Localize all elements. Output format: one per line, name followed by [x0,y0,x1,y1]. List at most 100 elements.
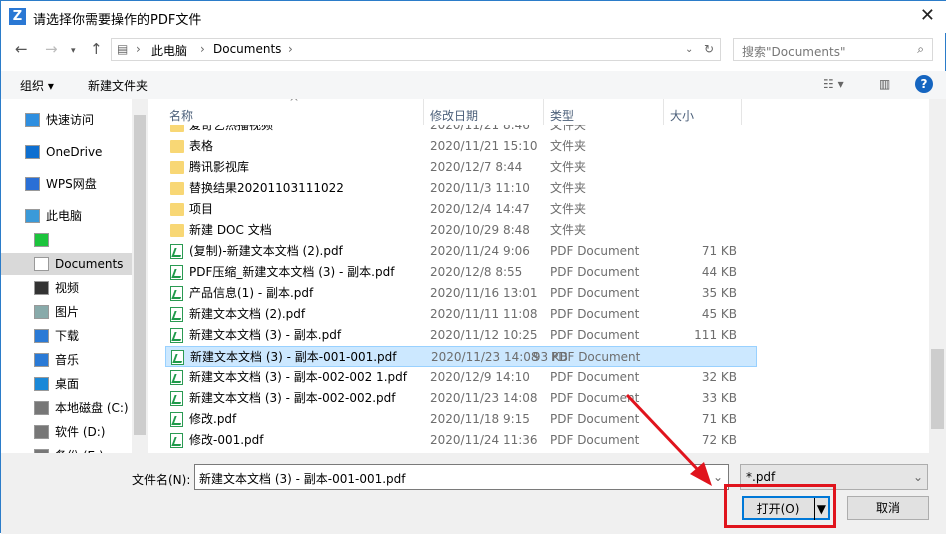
sidebar-item[interactable]: 快速访问 [1,109,132,131]
file-row[interactable]: 替换结果20201103111022 2020/11/3 11:10 文件夹 [149,178,929,199]
picture-icon [34,305,49,319]
sidebar-item[interactable]: 音乐 [1,349,132,371]
sidebar-item[interactable]: 桌面 [1,373,132,395]
file-row[interactable]: 新建文本文档 (2).pdf 2020/11/11 11:08 PDF Docume… [149,304,929,325]
file-type: 文件夹 [550,181,587,195]
filetype-select[interactable]: *.pdf ⌄ [740,464,928,490]
refresh-button[interactable]: ↻ [704,42,714,56]
sort-ascending-icon: ^ [289,99,300,109]
cancel-button[interactable]: 取消 [847,496,929,520]
file-row[interactable]: PDF压缩_新建文本文档 (3) - 副本.pdf 2020/12/8 8:55 P… [149,262,929,283]
search-input[interactable]: 搜索"Documents" ⌕ [733,38,933,61]
file-date: 2020/11/23 14:08 [431,350,539,364]
toolbar: 组织 ▾ 新建文件夹 ☷ ▾ ▥ ? [1,71,946,99]
folder-icon [170,224,184,237]
file-name: 新建 DOC 文档 [189,223,272,237]
file-row[interactable]: (复制)-新建文本文档 (2).pdf 2020/11/24 9:06 PDF Do… [149,241,929,262]
breadcrumb-documents[interactable]: Documents [213,42,281,56]
sidebar-item-label: OneDrive [46,145,103,159]
sidebar-item[interactable]: 图片 [1,301,132,323]
recent-dropdown-button[interactable]: ▾ [71,46,76,56]
new-folder-button[interactable]: 新建文件夹 [88,77,148,94]
filename-input[interactable]: 新建文本文档 (3) - 副本-001-001.pdf ⌄ [194,464,729,490]
forward-button[interactable]: → [45,40,58,58]
pdf-file-icon [170,265,183,280]
app-logo-icon: Z [9,8,26,25]
sidebar-item[interactable]: 此电脑 [1,205,132,227]
sidebar-scrollbar[interactable] [132,99,148,453]
file-list: 爱奇艺热播视频 2020/11/21 8:46 文件夹 表格 2020/11/21 15… [149,99,929,453]
sidebar-item[interactable] [1,229,132,251]
address-dropdown-icon[interactable]: ⌄ [685,44,693,55]
file-row[interactable]: 新建文本文档 (3) - 副本-001-001.pdf 2020/11/23 14… [165,346,757,367]
sidebar-item[interactable]: 备份 (E:) [1,445,132,453]
filename-value: 新建文本文档 (3) - 副本-001-001.pdf [199,472,406,486]
bottom-panel: 文件名(N): 新建文本文档 (3) - 副本-001-001.pdf ⌄ *.… [1,453,946,534]
file-name: 腾讯影视库 [189,160,250,174]
breadcrumb-separator: › [200,42,205,56]
column-type[interactable]: 类型 [550,107,574,124]
file-date: 2020/12/8 8:55 [430,265,523,279]
file-type: PDF Document [550,244,640,258]
open-button[interactable]: 打开(O) ▼ [742,496,830,520]
sidebar-item[interactable]: OneDrive [1,141,132,163]
preview-pane-button[interactable]: ▥ [879,77,890,91]
column-name[interactable]: 名称 [169,107,193,124]
folder-icon [170,203,184,216]
document-icon [34,257,49,271]
sidebar-scroll-thumb[interactable] [134,115,146,435]
chevron-down-icon: ⌄ [913,470,924,484]
file-type: 文件夹 [550,139,587,153]
file-list-scrollbar[interactable] [929,99,946,453]
file-row[interactable]: 新建文本文档 (3) - 副本-002-002 1.pdf 2020/12/9 1… [149,367,929,388]
sidebar-item[interactable]: Documents [1,253,132,275]
sidebar-item[interactable]: 本地磁盘 (C:) [1,397,132,419]
file-size: 111 KB [694,328,737,342]
file-type: PDF Document [550,307,640,321]
file-row[interactable]: 修改-001.pdf 2020/11/24 11:36 PDF Document 72… [149,430,929,451]
file-row[interactable]: 项目 2020/12/4 14:47 文件夹 [149,199,929,220]
sidebar-item[interactable]: WPS网盘 [1,173,132,195]
sidebar-item[interactable]: 下载 [1,325,132,347]
address-bar[interactable]: ▤ › 此电脑 › Documents › ⌄ ↻ [111,38,721,61]
open-button-label: 打开(O) [756,502,800,516]
navigation-pane: 快速访问 OneDrive WPS网盘此电脑 Documents 视频图片下载 音乐 桌面本… [1,99,132,453]
file-row[interactable]: 新建 DOC 文档 2020/10/29 8:48 文件夹 [149,220,929,241]
sidebar-item-label: Documents [55,257,124,271]
sidebar-item-label: 图片 [55,305,80,319]
organize-button[interactable]: 组织 ▾ [20,77,54,94]
file-name: 修改-001.pdf [189,433,264,447]
sidebar-item-label: 视频 [55,281,80,295]
pdf-file-icon [170,391,183,406]
view-options-button[interactable]: ☷ ▾ [823,77,844,91]
back-button[interactable]: ← [15,40,28,58]
file-name: 新建文本文档 (3) - 副本-002-002.pdf [189,391,396,405]
column-size[interactable]: 大小 [670,107,694,124]
help-button[interactable]: ? [915,75,933,93]
pdf-file-icon [170,244,183,259]
file-size: 71 KB [701,412,737,426]
pdf-file-icon [170,307,183,322]
sidebar-item[interactable]: 视频 [1,277,132,299]
file-type: PDF Document [550,328,640,342]
file-row[interactable]: 新建文本文档 (3) - 副本.pdf 2020/11/12 10:25 PDF D… [149,325,929,346]
filename-dropdown-icon[interactable]: ⌄ [713,470,723,484]
open-dropdown-icon[interactable]: ▼ [813,498,826,520]
file-row[interactable]: 腾讯影视库 2020/12/7 8:44 文件夹 [149,157,929,178]
breadcrumb-this-pc[interactable]: 此电脑 [151,42,187,59]
file-date: 2020/12/9 14:10 [430,370,530,384]
title-bar: Z 请选择你需要操作的PDF文件 ✕ [1,1,946,33]
file-type: 文件夹 [550,202,587,216]
folder-icon [170,182,184,195]
file-row[interactable]: 修改.pdf 2020/11/18 9:15 PDF Document 71 KB [149,409,929,430]
sidebar-item[interactable]: 软件 (D:) [1,421,132,443]
column-date[interactable]: 修改日期 [430,107,478,124]
file-list-scroll-thumb[interactable] [931,349,944,429]
up-button[interactable]: ↑ [90,40,103,58]
file-name: 修改.pdf [189,412,237,426]
file-row[interactable]: 产品信息(1) - 副本.pdf 2020/11/16 13:01 PDF Docu… [149,283,929,304]
close-button[interactable]: ✕ [920,5,935,26]
file-row[interactable]: 表格 2020/11/21 15:10 文件夹 [149,136,929,157]
file-row[interactable]: 新建文本文档 (3) - 副本-002-002.pdf 2020/11/23 14… [149,388,929,409]
sidebar-item-label: 软件 (D:) [55,425,106,439]
